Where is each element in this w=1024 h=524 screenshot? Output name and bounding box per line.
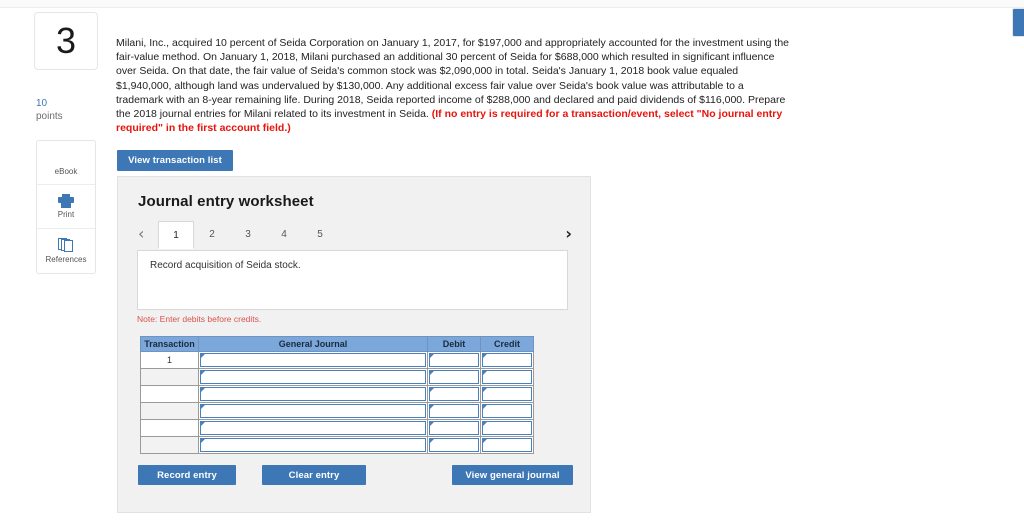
table-row xyxy=(140,402,534,420)
cell-transaction: 1 xyxy=(140,351,199,369)
credit-input[interactable] xyxy=(482,387,532,401)
cell-transaction xyxy=(140,436,199,454)
credit-input[interactable] xyxy=(482,421,532,435)
header-general-journal: General Journal xyxy=(198,336,428,352)
tab-2[interactable]: 2 xyxy=(194,221,230,249)
rail-item-ebook[interactable]: eBook xyxy=(37,141,95,185)
general-journal-input[interactable] xyxy=(200,438,426,452)
header-credit: Credit xyxy=(480,336,534,352)
cell-credit[interactable] xyxy=(480,436,534,454)
record-entry-button[interactable]: Record entry xyxy=(138,465,236,485)
journal-entry-table: Transaction General Journal Debit Credit… xyxy=(140,336,534,454)
general-journal-input[interactable] xyxy=(200,353,426,367)
question-number: 3 xyxy=(55,20,77,61)
debit-input[interactable] xyxy=(429,421,479,435)
cell-debit[interactable] xyxy=(427,419,481,437)
assignment-question-page: 3 10 points eBook Print References Milan… xyxy=(0,0,1024,524)
view-transaction-list-button[interactable]: View transaction list xyxy=(117,150,233,171)
cell-debit[interactable] xyxy=(427,368,481,386)
general-journal-input[interactable] xyxy=(200,370,426,384)
table-row xyxy=(140,385,534,403)
cell-general-journal[interactable] xyxy=(198,402,428,420)
cell-debit[interactable] xyxy=(427,385,481,403)
worksheet-tab-row: ‹ 12345 › xyxy=(138,221,572,249)
cell-credit[interactable] xyxy=(480,419,534,437)
rail-label-references: References xyxy=(45,255,87,264)
table-row xyxy=(140,419,534,437)
book-icon xyxy=(58,150,75,165)
entry-description-box: Record acquisition of Seida stock. xyxy=(137,250,568,310)
general-journal-input[interactable] xyxy=(200,404,426,418)
debit-input[interactable] xyxy=(429,370,479,384)
cell-debit[interactable] xyxy=(427,402,481,420)
cell-credit[interactable] xyxy=(480,385,534,403)
debit-input[interactable] xyxy=(429,387,479,401)
tool-rail: eBook Print References xyxy=(36,140,96,274)
printer-icon xyxy=(58,194,74,208)
general-journal-input[interactable] xyxy=(200,421,426,435)
cell-general-journal[interactable] xyxy=(198,419,428,437)
tab-3[interactable]: 3 xyxy=(230,221,266,249)
problem-statement: Milani, Inc., acquired 10 percent of Sei… xyxy=(116,36,792,135)
table-header-row: Transaction General Journal Debit Credit xyxy=(140,336,534,352)
points-label: points xyxy=(36,111,63,122)
cell-general-journal[interactable] xyxy=(198,436,428,454)
tab-1[interactable]: 1 xyxy=(158,221,194,249)
clear-entry-button[interactable]: Clear entry xyxy=(262,465,366,485)
entry-description-text: Record acquisition of Seida stock. xyxy=(150,260,301,271)
table-row xyxy=(140,436,534,454)
rail-item-references[interactable]: References xyxy=(37,229,95,273)
cell-transaction xyxy=(140,402,199,420)
cell-transaction xyxy=(140,368,199,386)
debit-input[interactable] xyxy=(429,353,479,367)
rail-item-print[interactable]: Print xyxy=(37,185,95,229)
points-value: 10 xyxy=(36,98,48,109)
header-debit: Debit xyxy=(427,336,481,352)
chevron-left-icon[interactable]: ‹ xyxy=(138,225,144,243)
debit-input[interactable] xyxy=(429,404,479,418)
credit-input[interactable] xyxy=(482,370,532,384)
view-general-journal-button[interactable]: View general journal xyxy=(452,465,573,485)
cell-credit[interactable] xyxy=(480,402,534,420)
table-row: 1 xyxy=(140,351,534,369)
references-icon xyxy=(57,238,75,253)
question-points: 10 points xyxy=(36,97,98,123)
right-edge-panel-tab[interactable] xyxy=(1012,8,1024,37)
top-header-strip xyxy=(0,0,1024,8)
credit-input[interactable] xyxy=(482,438,532,452)
cell-debit[interactable] xyxy=(427,436,481,454)
cell-debit[interactable] xyxy=(427,351,481,369)
table-row xyxy=(140,368,534,386)
worksheet-title: Journal entry worksheet xyxy=(138,193,314,210)
credit-input[interactable] xyxy=(482,353,532,367)
cell-general-journal[interactable] xyxy=(198,368,428,386)
question-number-box: 3 xyxy=(34,12,98,70)
credit-input[interactable] xyxy=(482,404,532,418)
debits-before-credits-note: Note: Enter debits before credits. xyxy=(137,314,262,324)
header-transaction: Transaction xyxy=(140,336,199,352)
cell-transaction xyxy=(140,385,199,403)
tab-5[interactable]: 5 xyxy=(302,221,338,249)
cell-credit[interactable] xyxy=(480,351,534,369)
cell-general-journal[interactable] xyxy=(198,385,428,403)
worksheet-tabs: 12345 xyxy=(158,221,338,249)
chevron-right-icon[interactable]: › xyxy=(565,225,572,243)
rail-label-print: Print xyxy=(57,210,75,219)
rail-label-ebook: eBook xyxy=(54,166,78,176)
debit-input[interactable] xyxy=(429,438,479,452)
cell-transaction xyxy=(140,419,199,437)
tab-4[interactable]: 4 xyxy=(266,221,302,249)
cell-general-journal[interactable] xyxy=(198,351,428,369)
cell-credit[interactable] xyxy=(480,368,534,386)
general-journal-input[interactable] xyxy=(200,387,426,401)
